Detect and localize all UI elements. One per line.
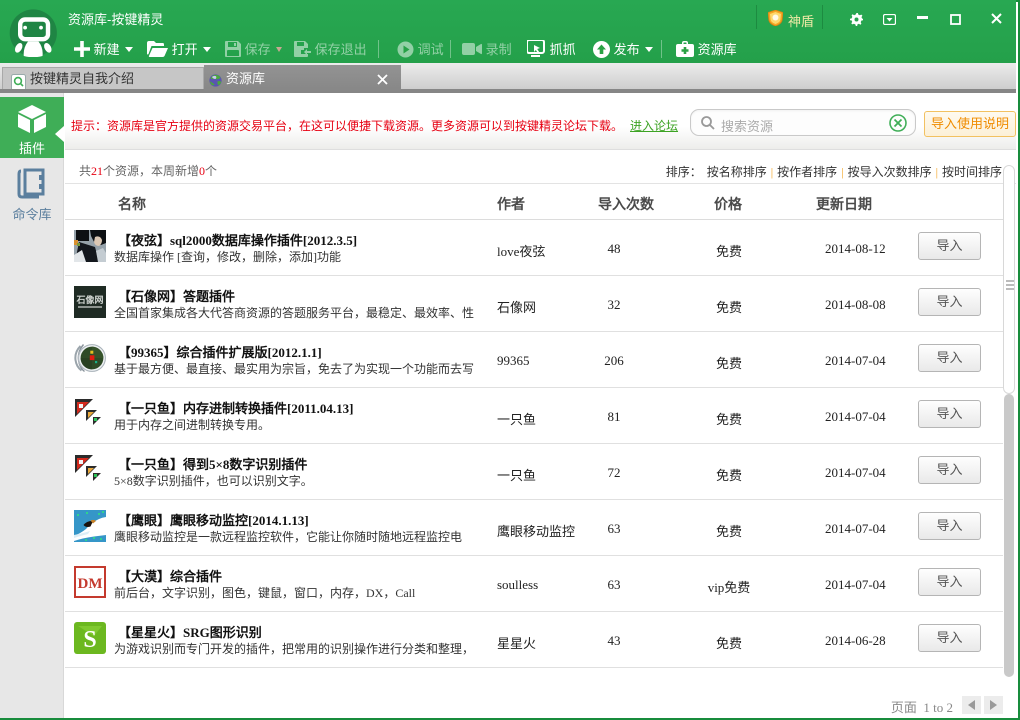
svg-text:S: S [83,627,96,653]
svg-text:石像网: 石像网 [75,294,103,305]
svg-text:DM: DM [78,576,103,592]
